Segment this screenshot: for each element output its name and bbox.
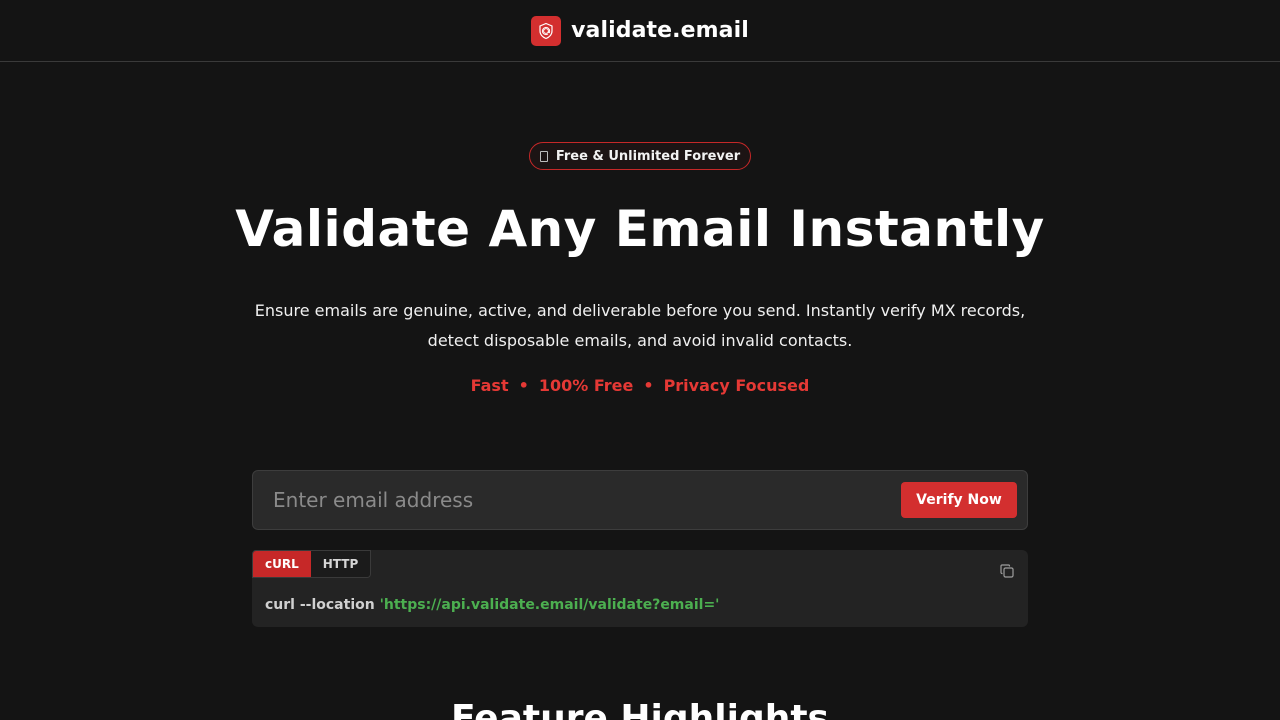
email-input[interactable]: [253, 471, 901, 529]
verify-now-button[interactable]: Verify Now: [901, 482, 1017, 518]
hero-subtitle: Ensure emails are genuine, active, and d…: [254, 301, 1026, 350]
tab-curl[interactable]: cURL: [253, 551, 311, 577]
code-command-text: curl --location: [265, 597, 375, 613]
shield-at-icon[interactable]: [531, 15, 562, 46]
code-url-string: 'https://api.validate.email/validate?ema…: [379, 597, 720, 613]
feature-highlights-heading: Feature Highlights: [451, 698, 829, 720]
badge-label: Free & Unlimited Forever: [555, 148, 741, 164]
tagline-separator: •: [643, 376, 654, 395]
page-title: Validate Any Email Instantly: [235, 200, 1045, 258]
tagline-privacy: Privacy Focused: [663, 376, 810, 395]
code-command: curl --location 'https://api.validate.em…: [265, 597, 719, 613]
copy-icon[interactable]: [1000, 564, 1014, 578]
tab-http[interactable]: HTTP: [310, 551, 371, 577]
brand-name[interactable]: validate.email: [571, 18, 749, 43]
tagline-separator: •: [518, 376, 529, 395]
phone-icon: [539, 150, 548, 162]
free-unlimited-badge: Free & Unlimited Forever: [529, 142, 751, 170]
email-search-box: Verify Now: [252, 470, 1028, 530]
tagline-fast: Fast: [470, 376, 509, 395]
api-code-snippet: cURL HTTP curl --location 'https://api.v…: [252, 550, 1028, 627]
code-tabs: cURL HTTP: [252, 550, 372, 578]
top-navbar: validate.email: [0, 0, 1280, 62]
tagline-free: 100% Free: [538, 376, 634, 395]
feature-tagline: Fast • 100% Free • Privacy Focused: [0, 376, 1280, 395]
